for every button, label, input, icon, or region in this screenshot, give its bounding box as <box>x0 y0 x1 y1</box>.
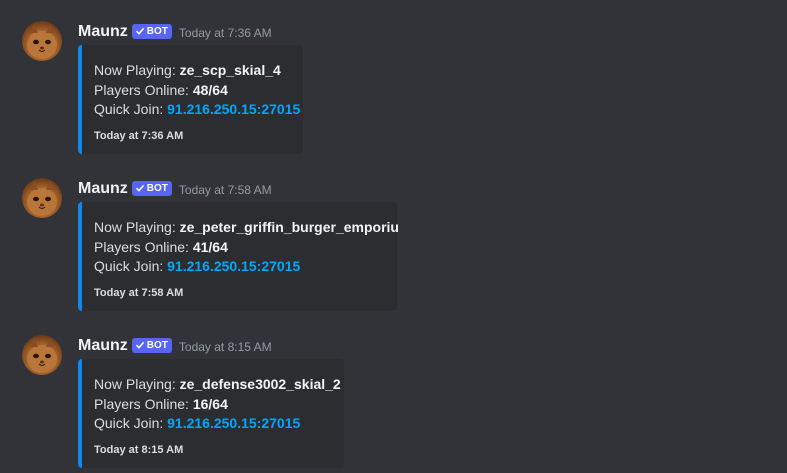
quick-join-link[interactable]: 91.216.250.15:27015 <box>167 101 300 117</box>
bot-tag: BOT <box>131 23 172 39</box>
quick-join-line: Quick Join: 91.216.250.15:27015 <box>94 100 300 120</box>
players-online-label: Players Online: <box>94 238 193 255</box>
players-online-line: Players Online: 41/64 <box>94 238 383 258</box>
quick-join-label: Quick Join: <box>94 415 168 431</box>
verified-check-icon <box>135 27 144 35</box>
message-timestamp[interactable]: Today at 8:15 AM <box>179 340 272 354</box>
bot-tag-label: BOT <box>146 182 168 194</box>
message-header: Maunz BOT Today at 7:36 AM <box>78 21 272 43</box>
players-count: 41/64 <box>192 238 228 255</box>
bot-tag-label: BOT <box>146 339 168 351</box>
embed-footer-timestamp: Today at 8:15 AM <box>94 443 184 456</box>
message-timestamp[interactable]: Today at 7:58 AM <box>179 183 272 197</box>
message-timestamp[interactable]: Today at 7:36 AM <box>179 26 272 40</box>
embed: Now Playing: ze_defense3002_skial_2 Play… <box>78 359 344 468</box>
map-name: ze_scp_skial_4 <box>179 62 281 78</box>
verified-check-icon <box>135 341 144 349</box>
quick-join-line: Quick Join: 91.216.250.15:27015 <box>94 414 330 434</box>
quick-join-link[interactable]: 91.216.250.15:27015 <box>167 415 300 431</box>
now-playing-line: Now Playing: ze_scp_skial_4 <box>94 61 289 81</box>
avatar[interactable] <box>22 178 62 218</box>
verified-check-icon <box>135 184 144 192</box>
username[interactable]: Maunz <box>78 337 128 355</box>
embed: Now Playing: ze_peter_griffin_burger_emp… <box>78 202 399 311</box>
now-playing-label: Now Playing: <box>94 219 180 235</box>
bot-tag: BOT <box>131 180 172 196</box>
players-count: 16/64 <box>192 395 228 412</box>
bot-tag-label: BOT <box>146 25 168 37</box>
map-name: ze_peter_griffin_burger_emporiu <box>179 219 399 235</box>
quick-join-line: Quick Join: 91.216.250.15:27015 <box>94 257 383 277</box>
username[interactable]: Maunz <box>78 23 128 41</box>
players-online-label: Players Online: <box>94 81 193 98</box>
quick-join-label: Quick Join: <box>94 258 168 274</box>
now-playing-label: Now Playing: <box>94 62 180 78</box>
players-online-line: Players Online: 48/64 <box>94 81 289 101</box>
embed: Now Playing: ze_scp_skial_4 Players Onli… <box>78 45 303 154</box>
quick-join-link[interactable]: 91.216.250.15:27015 <box>167 258 300 274</box>
message-header: Maunz BOT Today at 7:58 AM <box>78 178 272 200</box>
now-playing-line: Now Playing: ze_peter_griffin_burger_emp… <box>94 218 399 238</box>
players-count: 48/64 <box>192 81 228 98</box>
username[interactable]: Maunz <box>78 180 128 198</box>
bot-tag: BOT <box>131 337 172 353</box>
players-online-line: Players Online: 16/64 <box>94 395 330 415</box>
now-playing-label: Now Playing: <box>94 376 180 392</box>
message-header: Maunz BOT Today at 8:15 AM <box>78 335 272 357</box>
embed-footer-timestamp: Today at 7:58 AM <box>94 286 184 299</box>
avatar[interactable] <box>22 21 62 61</box>
players-online-label: Players Online: <box>94 395 193 412</box>
avatar[interactable] <box>22 335 62 375</box>
embed-footer-timestamp: Today at 7:36 AM <box>94 129 184 142</box>
map-name: ze_defense3002_skial_2 <box>179 376 341 392</box>
now-playing-line: Now Playing: ze_defense3002_skial_2 <box>94 375 341 395</box>
quick-join-label: Quick Join: <box>94 101 168 117</box>
